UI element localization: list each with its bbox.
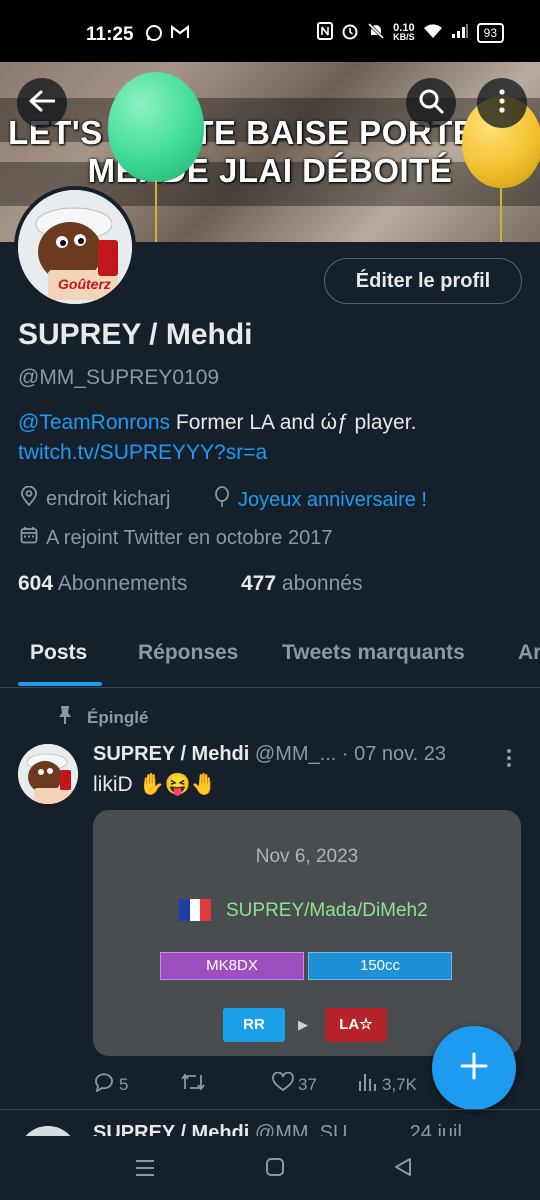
vertical-dots-icon: [499, 88, 505, 118]
card-team: SUPREY/Mada/DiMeh2: [226, 900, 428, 921]
active-tab-indicator: [18, 682, 102, 686]
following-stat[interactable]: 604 Abonnements: [18, 572, 187, 596]
avatar-label: Goûterz: [58, 276, 111, 292]
balloon-icon: [214, 486, 230, 514]
pin-icon: [57, 705, 73, 730]
arrow-left-icon: [29, 90, 56, 117]
reply-button[interactable]: 5: [93, 1072, 128, 1097]
bio-mention-link[interactable]: @TeamRonrons: [18, 411, 170, 434]
post-header: SUPREY / Mehdi @MM_... · 07 nov. 23: [93, 743, 446, 766]
next-post-avatar[interactable]: [18, 1126, 78, 1136]
followers-stat[interactable]: 477 abonnés: [241, 572, 362, 596]
net-speed: 0.10 KB/S: [393, 21, 415, 42]
post-divider: [0, 1109, 540, 1110]
profile-bio: @TeamRonrons Former LA and ώƒ player. tw…: [18, 408, 416, 468]
status-time: 11:25: [86, 24, 134, 45]
compose-post-button[interactable]: [432, 1026, 516, 1110]
post-date[interactable]: · 07 nov. 23: [342, 743, 446, 765]
home-button[interactable]: [265, 1157, 285, 1182]
back-button[interactable]: [17, 78, 67, 128]
tabs-divider: [0, 687, 540, 688]
bio-url-link[interactable]: twitch.tv/SUPREYYY?sr=a: [18, 441, 267, 464]
location-pin-icon: [20, 485, 38, 512]
retweet-icon: [180, 1072, 206, 1097]
pinned-indicator: Épinglé: [57, 705, 148, 730]
card-from-tag: RR: [223, 1008, 285, 1042]
nfc-icon: [317, 22, 334, 43]
mute-icon: [367, 22, 385, 43]
banner-text: LET'S GO JTE BAISE PORTE DE MERDE JLAI D…: [8, 114, 532, 189]
post-author-handle: @MM_...: [254, 743, 337, 765]
reply-icon: [93, 1072, 115, 1097]
recent-apps-button[interactable]: [135, 1158, 155, 1183]
birthday-link[interactable]: Joyeux anniversaire !: [238, 489, 427, 512]
play-arrow-icon: ▶: [298, 1017, 308, 1032]
post-text: likiD ✋😝🤚: [93, 773, 217, 796]
tab-posts[interactable]: Posts: [30, 641, 87, 665]
tab-articles[interactable]: Ar: [518, 641, 540, 665]
battery-indicator: 93: [476, 22, 504, 43]
like-button[interactable]: 37: [272, 1071, 317, 1097]
profile-handle: @MM_SUPREY0109: [18, 366, 220, 389]
system-nav-bar: [0, 1136, 540, 1200]
status-bar: 11:25 0.10 KB/S 93: [0, 0, 540, 62]
more-options-button[interactable]: [477, 78, 527, 128]
whatsapp-icon: [145, 24, 163, 47]
edit-profile-button[interactable]: Éditer le profil: [324, 258, 522, 304]
card-game-badge: MK8DX: [160, 952, 304, 980]
bar-chart-icon: [358, 1072, 378, 1097]
signal-icon: [451, 23, 469, 42]
vertical-dots-icon: [506, 749, 512, 772]
heart-icon: [272, 1071, 294, 1097]
card-to-tag: LA☆: [325, 1008, 387, 1042]
bio-text: Former LA and ώƒ player.: [170, 411, 417, 434]
profile-display-name: SUPREY / Mehdi: [18, 318, 253, 351]
back-nav-button[interactable]: [393, 1157, 413, 1182]
alarm-icon: [341, 22, 359, 43]
calendar-icon: [20, 526, 38, 550]
retweet-button[interactable]: [180, 1072, 206, 1097]
tab-replies[interactable]: Réponses: [138, 641, 238, 665]
france-flag-icon: [179, 899, 212, 921]
profile-birthday: Joyeux anniversaire !: [214, 486, 427, 514]
post-more-button[interactable]: [506, 748, 512, 773]
balloon-green-icon: [108, 72, 204, 182]
profile-avatar[interactable]: Goûterz: [14, 186, 136, 308]
plus-icon: [459, 1051, 489, 1086]
post-author-name[interactable]: SUPREY / Mehdi: [93, 743, 249, 765]
tab-highlights[interactable]: Tweets marquants: [282, 641, 465, 665]
post-author-avatar[interactable]: [18, 744, 78, 804]
search-icon: [418, 88, 444, 119]
next-post-header: SUPREY / Mehdi @MM_SU... 24 juil.: [93, 1122, 468, 1136]
search-button[interactable]: [406, 78, 456, 128]
wifi-icon: [423, 23, 443, 42]
profile-location: endroit kicharj: [20, 485, 171, 512]
gmail-icon: [170, 24, 190, 47]
card-date: Nov 6, 2023: [255, 846, 359, 867]
post-media-card[interactable]: Nov 6, 2023 SUPREY/Mada/DiMeh2 MK8DX 150…: [93, 810, 521, 1056]
profile-joined: A rejoint Twitter en octobre 2017: [20, 526, 332, 550]
card-mode-badge: 150cc: [308, 952, 452, 980]
views-button[interactable]: 3,7K: [358, 1072, 417, 1097]
